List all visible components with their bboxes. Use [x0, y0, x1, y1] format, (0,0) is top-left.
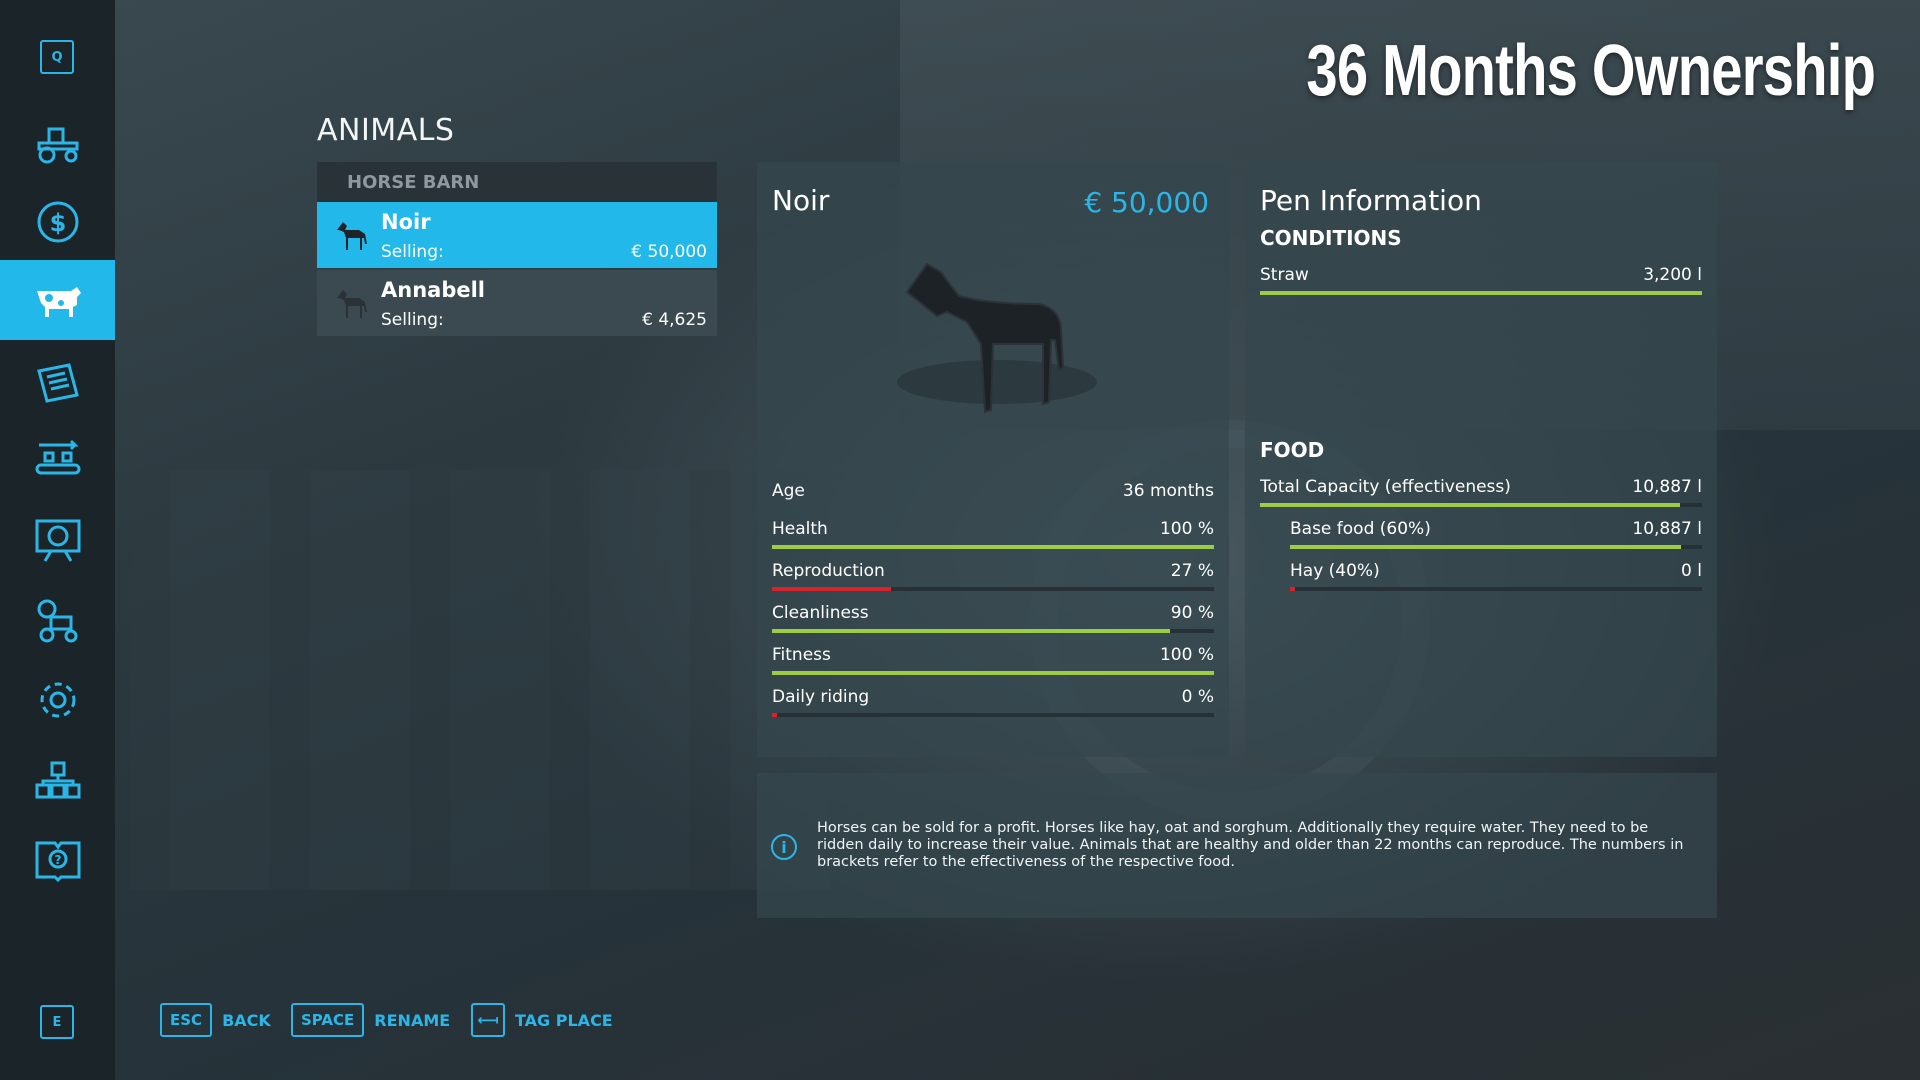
- stat-value: 90 %: [1170, 603, 1214, 623]
- stat-label: Cleanliness: [772, 603, 869, 623]
- conditions-heading: CONDITIONS: [1260, 226, 1402, 250]
- stat-bar-track: [772, 587, 1214, 591]
- animal-list-item[interactable]: Annabell Selling: € 4,625: [317, 270, 717, 336]
- stat-value: 10,887 l: [1632, 519, 1702, 539]
- stat-label: Daily riding: [772, 687, 870, 707]
- stat-value: 3,200 l: [1643, 265, 1702, 285]
- pen-information-panel: Pen Information CONDITIONS Straw 3,200 l…: [1245, 162, 1717, 757]
- stat-bar-fill: [1260, 503, 1680, 507]
- tractor-icon: [37, 127, 78, 164]
- stat-label: Straw: [1260, 265, 1309, 285]
- sidebar-item-statistics[interactable]: [0, 500, 115, 580]
- sidebar-item-settings[interactable]: [0, 660, 115, 740]
- stat-bar-track: [772, 629, 1214, 633]
- cow-icon: [36, 287, 81, 317]
- sidebar-item-help[interactable]: ?: [0, 820, 115, 900]
- animal-detail-price: € 50,000: [1084, 186, 1209, 219]
- back-button[interactable]: ESC BACK: [160, 1003, 271, 1037]
- stat-label: Base food (60%): [1290, 519, 1431, 539]
- space-key-hint: SPACE: [291, 1003, 365, 1037]
- stat-bar-track: [772, 671, 1214, 675]
- animal-price: € 50,000: [631, 242, 707, 262]
- stat-bar-fill: [772, 545, 1214, 549]
- stat-value: 0 %: [1181, 687, 1214, 707]
- settings-icon: [40, 682, 75, 718]
- statistics-icon: [35, 519, 80, 562]
- pen-title: Pen Information: [1260, 184, 1482, 217]
- animal-detail-panel: Noir € 50,000 Age 36 months Health 100 %…: [757, 162, 1229, 757]
- section-title: ANIMALS: [317, 113, 455, 148]
- stat-label: Hay (40%): [1290, 561, 1380, 581]
- sidebar-item-vehicles[interactable]: [0, 102, 115, 182]
- stat-bar-track: [1290, 545, 1702, 549]
- stat-value: 27 %: [1170, 561, 1214, 581]
- stat-value: 0 l: [1681, 561, 1702, 581]
- sidebar-item-finances[interactable]: $: [0, 182, 115, 262]
- sidebar-item-contracts[interactable]: [0, 342, 115, 422]
- stat-value: 10,887 l: [1632, 477, 1702, 497]
- info-icon: i: [771, 834, 797, 860]
- stat-bar-fill: [772, 629, 1170, 633]
- contracts-icon: [36, 363, 79, 403]
- stat-bar-track: [772, 545, 1214, 549]
- esc-key-hint: ESC: [160, 1003, 213, 1037]
- barn-header: HORSE BARN: [317, 162, 717, 202]
- animal-name: Noir: [381, 210, 431, 234]
- stat-bar-fill: [1290, 587, 1295, 591]
- stat-bar-track: [1290, 587, 1702, 591]
- background-fence: [130, 470, 830, 890]
- stat-bar-fill: [1260, 291, 1702, 295]
- animal-list-item[interactable]: Noir Selling: € 50,000: [317, 202, 717, 268]
- tag-key-icon: ⟻: [471, 1003, 505, 1037]
- stat-value: 100 %: [1159, 519, 1214, 539]
- age-value: 36 months: [1122, 481, 1214, 501]
- sidebar-item-garage[interactable]: [0, 580, 115, 660]
- age-label: Age: [772, 481, 805, 501]
- production-icon: [35, 439, 80, 475]
- stat-bar-fill: [1290, 545, 1682, 549]
- stat-bar-fill: [772, 713, 778, 717]
- rename-label: RENAME: [374, 1010, 451, 1030]
- stat-bar-track: [1260, 291, 1702, 295]
- info-panel: i Horses can be sold for a profit. Horse…: [757, 773, 1717, 918]
- stat-bar-track: [772, 713, 1214, 717]
- tag-place-label: TAG PLACE: [515, 1010, 613, 1030]
- garage-icon: [37, 599, 77, 643]
- svg-text:?: ?: [54, 853, 61, 867]
- stat-label: Health: [772, 519, 828, 539]
- stat-value: 100 %: [1159, 645, 1214, 665]
- horse-icon: [337, 290, 367, 318]
- stat-bar-track: [1260, 503, 1702, 507]
- animal-price: € 4,625: [642, 310, 707, 330]
- sidebar: Q $ ? E: [0, 0, 115, 1080]
- placeables-icon: [35, 761, 80, 799]
- prev-page-key-hint[interactable]: Q: [40, 40, 74, 74]
- animal-detail-name: Noir: [772, 184, 830, 217]
- stat-label: Fitness: [772, 645, 831, 665]
- stat-label: Reproduction: [772, 561, 885, 581]
- animal-name: Annabell: [381, 278, 485, 302]
- sidebar-item-production[interactable]: [0, 420, 115, 500]
- stat-bar-fill: [772, 671, 1214, 675]
- info-text: Horses can be sold for a profit. Horses …: [817, 820, 1684, 870]
- page-title: 36 Months Ownership: [1306, 31, 1875, 111]
- food-heading: FOOD: [1260, 438, 1325, 462]
- selling-label: Selling:: [381, 310, 444, 330]
- stat-bar-fill: [772, 587, 892, 591]
- dollar-icon: $: [37, 201, 78, 243]
- sidebar-item-placeables[interactable]: [0, 740, 115, 820]
- back-label: BACK: [222, 1010, 271, 1030]
- selling-label: Selling:: [381, 242, 444, 262]
- stat-label: Total Capacity (effectiveness): [1260, 477, 1511, 497]
- horse-icon: [337, 222, 367, 250]
- horse-image: [897, 262, 1097, 414]
- tag-place-button[interactable]: ⟻ TAG PLACE: [471, 1003, 613, 1037]
- next-page-key-hint[interactable]: E: [40, 1005, 74, 1039]
- rename-button[interactable]: SPACE RENAME: [291, 1003, 450, 1037]
- sidebar-item-animals[interactable]: [0, 260, 115, 340]
- help-book-icon: ?: [35, 841, 80, 883]
- svg-text:$: $: [49, 209, 66, 237]
